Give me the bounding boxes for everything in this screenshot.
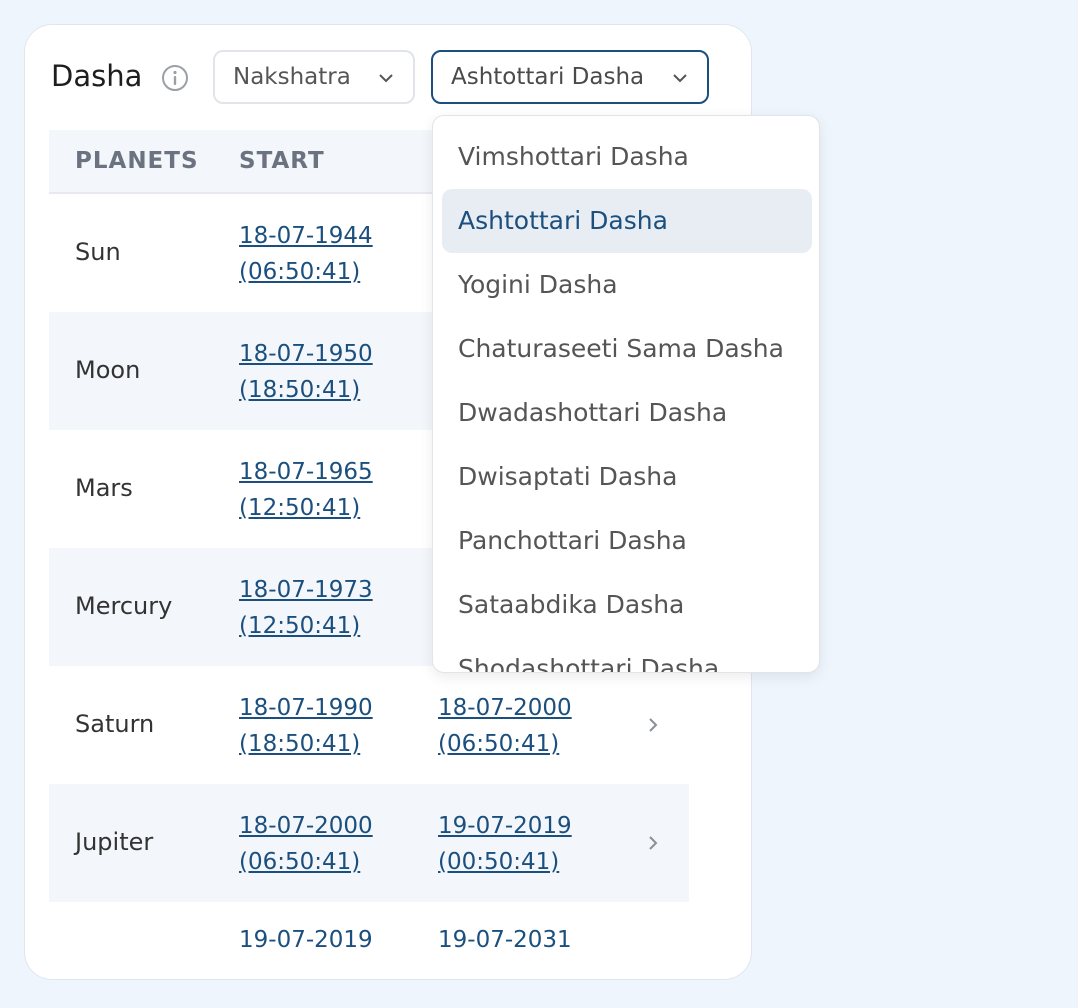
start-date: 18-07-1950 <box>239 341 373 367</box>
start-time: (18:50:41) <box>239 731 361 757</box>
end-time: (06:50:41) <box>438 731 560 757</box>
table-row: Jupiter 18-07-2000 (06:50:41) 19-07-2019… <box>49 784 689 902</box>
start-time: (18:50:41) <box>239 377 361 403</box>
nakshatra-select[interactable]: Nakshatra <box>213 50 415 104</box>
dasha-type-select[interactable]: Ashtottari Dasha <box>431 50 709 104</box>
dasha-type-dropdown: Vimshottari Dasha Ashtottari Dasha Yogin… <box>432 115 820 673</box>
start-date-link[interactable]: 18-07-1973 (12:50:41) <box>239 572 373 644</box>
start-date: 18-07-1973 <box>239 577 373 603</box>
planet-name: Jupiter <box>75 828 154 856</box>
dropdown-option[interactable]: Chaturaseeti Sama Dasha <box>442 317 812 381</box>
chevron-right-icon[interactable] <box>645 714 661 736</box>
planet-name: Saturn <box>75 710 155 738</box>
chevron-right-icon[interactable] <box>645 832 661 854</box>
start-date: 18-07-2000 <box>239 813 373 839</box>
planet-name: Mercury <box>75 592 173 620</box>
start-date: 19-07-2019 <box>239 927 373 953</box>
start-date-link[interactable]: 18-07-1950 (18:50:41) <box>239 336 373 408</box>
end-date-link[interactable]: 19-07-2031 <box>438 922 572 958</box>
table-row: 19-07-2019 19-07-2031 <box>49 902 689 979</box>
end-date: 19-07-2031 <box>438 927 572 953</box>
dropdown-option[interactable]: Sataabdika Dasha <box>442 573 812 637</box>
start-date-link[interactable]: 18-07-1944 (06:50:41) <box>239 218 373 290</box>
dropdown-option[interactable]: Vimshottari Dasha <box>442 125 812 189</box>
column-header-planets: PLANETS <box>75 148 199 174</box>
info-icon[interactable] <box>161 64 189 92</box>
table-row: Saturn 18-07-1990 (18:50:41) 18-07-2000 … <box>49 666 689 784</box>
start-time: (12:50:41) <box>239 613 361 639</box>
planet-name: Sun <box>75 238 121 266</box>
start-date-link[interactable]: 18-07-1990 (18:50:41) <box>239 690 373 762</box>
column-header-start: START <box>239 148 325 174</box>
end-date: 19-07-2019 <box>438 813 572 839</box>
dropdown-option[interactable]: Shodashottari Dasha <box>442 637 812 672</box>
dropdown-option[interactable]: Yogini Dasha <box>442 253 812 317</box>
end-time: (00:50:41) <box>438 849 560 875</box>
start-date-link[interactable]: 19-07-2019 <box>239 922 373 958</box>
chevron-down-icon <box>673 74 687 83</box>
start-date: 18-07-1944 <box>239 223 373 249</box>
dropdown-option[interactable]: Dwadashottari Dasha <box>442 381 812 445</box>
start-time: (12:50:41) <box>239 495 361 521</box>
end-date: 18-07-2000 <box>438 695 572 721</box>
card-title: Dasha <box>51 59 143 93</box>
dropdown-option[interactable]: Dwisaptati Dasha <box>442 445 812 509</box>
planet-name: Moon <box>75 356 141 384</box>
nakshatra-select-value: Nakshatra <box>233 64 351 90</box>
dasha-type-select-value: Ashtottari Dasha <box>451 64 645 90</box>
dropdown-option-selected[interactable]: Ashtottari Dasha <box>442 189 812 253</box>
planet-name: Mars <box>75 474 133 502</box>
start-date: 18-07-1965 <box>239 459 373 485</box>
end-date-link[interactable]: 19-07-2019 (00:50:41) <box>438 808 572 880</box>
chevron-down-icon <box>379 74 393 83</box>
end-date-link[interactable]: 18-07-2000 (06:50:41) <box>438 690 572 762</box>
dropdown-option[interactable]: Panchottari Dasha <box>442 509 812 573</box>
start-time: (06:50:41) <box>239 259 361 285</box>
start-date-link[interactable]: 18-07-2000 (06:50:41) <box>239 808 373 880</box>
start-date: 18-07-1990 <box>239 695 373 721</box>
start-date-link[interactable]: 18-07-1965 (12:50:41) <box>239 454 373 526</box>
start-time: (06:50:41) <box>239 849 361 875</box>
